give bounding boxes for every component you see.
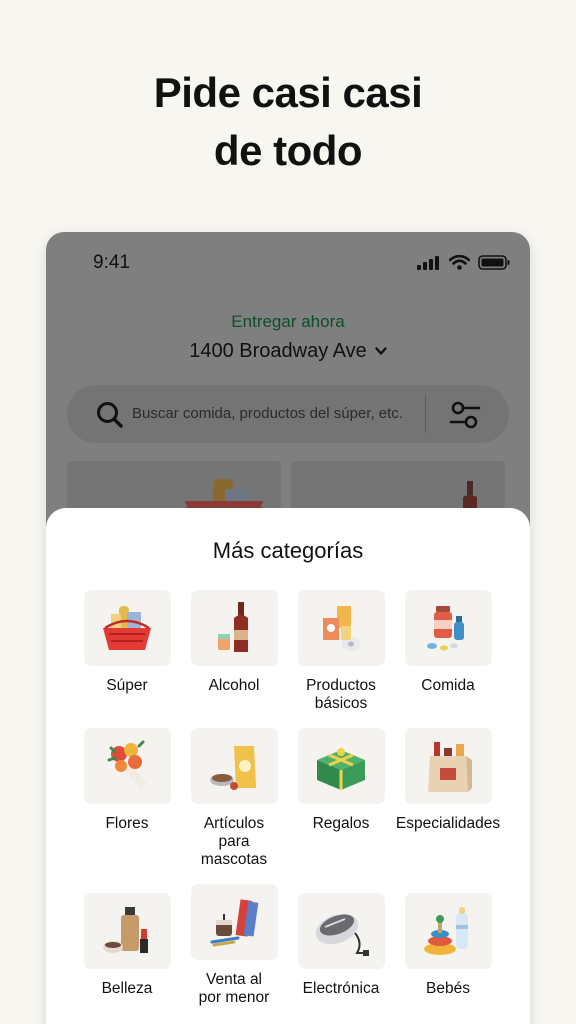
category-alcohol[interactable]: Alcohol	[180, 590, 288, 695]
wine-bottle-icon	[218, 602, 248, 652]
cellular-signal-icon	[417, 255, 439, 270]
category-tile	[404, 590, 492, 666]
category-tile	[297, 590, 385, 666]
category-label: Bebés	[426, 980, 470, 997]
category-label: Productos básicos	[306, 677, 376, 712]
category-electronica[interactable]: Electrónica	[287, 893, 395, 998]
deliver-now-label[interactable]: Entregar ahora	[46, 312, 530, 332]
category-label: Electrónica	[302, 980, 380, 997]
category-tile	[83, 893, 171, 969]
category-label: Regalos	[312, 815, 370, 832]
filter-icon[interactable]	[448, 400, 482, 430]
search-placeholder: Buscar comida, productos del súper, etc.	[132, 405, 403, 422]
pharmacy-icon	[427, 606, 464, 651]
category-belleza[interactable]: Belleza	[73, 893, 181, 998]
chevron-down-icon	[375, 347, 387, 355]
category-tile	[83, 590, 171, 666]
battery-icon	[478, 255, 510, 270]
category-comida[interactable]: Comida	[394, 590, 502, 695]
category-label: Súper	[106, 677, 148, 694]
sheet-title: Más categorías	[212, 538, 364, 563]
mouse-icon	[315, 913, 369, 956]
category-mascotas[interactable]: Artículos para mascotas	[180, 728, 288, 869]
address-selector[interactable]: 1400 Broadway Ave	[46, 340, 530, 363]
categories-sheet: Más categorías Súper Alcohol Productos b…	[46, 508, 530, 1024]
category-tile	[190, 590, 278, 666]
specialty-bag-icon	[428, 742, 472, 792]
category-venta-menor[interactable]: Venta al por menor	[180, 884, 288, 1007]
category-tile	[83, 728, 171, 804]
category-label: Alcohol	[208, 677, 260, 694]
category-tile	[404, 728, 492, 804]
category-label: Belleza	[101, 980, 153, 997]
category-productos-basicos[interactable]: Productos básicos	[287, 590, 395, 713]
status-bar: 9:41	[46, 252, 530, 276]
category-label: Venta al por menor	[198, 971, 270, 1006]
grocery-basket-icon	[103, 606, 151, 650]
flowers-icon	[107, 740, 147, 790]
gift-icon	[317, 748, 365, 790]
address-text: 1400 Broadway Ave	[189, 340, 367, 362]
category-bebes[interactable]: Bebés	[394, 893, 502, 998]
category-flores[interactable]: Flores	[73, 728, 181, 833]
category-label: Flores	[105, 815, 149, 832]
headline-line-1: Pide casi casi	[153, 69, 423, 116]
category-label: Especialidades	[395, 815, 501, 832]
pet-food-icon	[210, 746, 256, 790]
category-tile	[297, 893, 385, 969]
category-regalos[interactable]: Regalos	[287, 728, 395, 833]
category-tile	[190, 884, 278, 960]
books-candle-icon	[210, 899, 259, 947]
category-label: Comida	[421, 677, 475, 694]
status-time: 9:41	[93, 252, 130, 273]
category-tile	[404, 893, 492, 969]
wifi-icon	[449, 255, 470, 270]
search-bar[interactable]: Buscar comida, productos del súper, etc.	[67, 385, 509, 443]
headline-line-2: de todo	[213, 127, 363, 174]
category-super[interactable]: Súper	[73, 590, 181, 695]
search-divider	[425, 395, 426, 433]
beauty-icon	[103, 907, 148, 953]
baby-toys-icon	[424, 907, 468, 955]
headline: Pide casi casi de todo	[0, 64, 576, 180]
household-icon	[323, 606, 360, 651]
category-label: Artículos para mascotas	[200, 815, 268, 868]
category-tile	[190, 728, 278, 804]
search-icon	[97, 402, 123, 428]
category-especialidades[interactable]: Especialidades	[394, 728, 502, 833]
category-tile	[297, 728, 385, 804]
